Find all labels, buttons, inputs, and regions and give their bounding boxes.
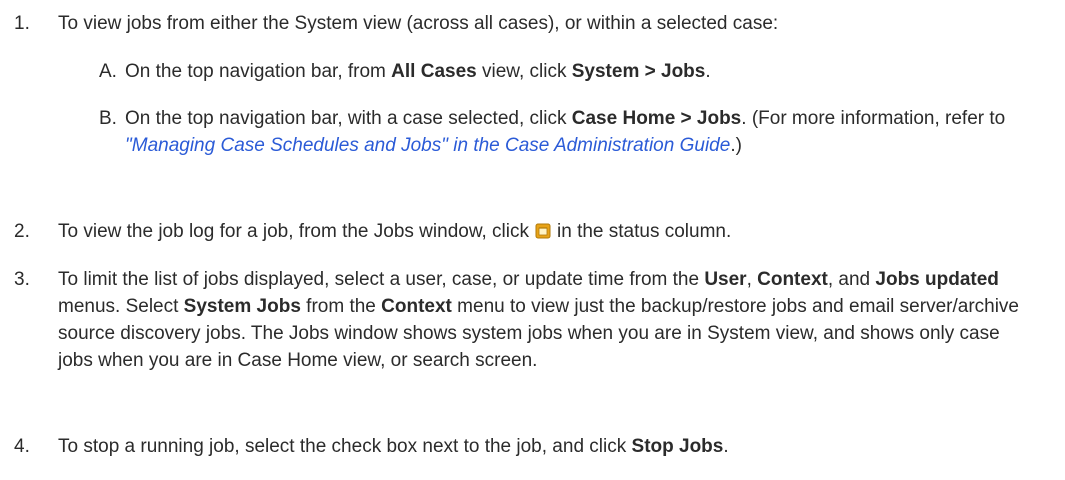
menu-path-case-home-jobs: Case Home > Jobs [571, 108, 742, 129]
cross-reference-link[interactable]: "Managing Case Schedules and Jobs" in th… [125, 135, 730, 156]
step-text: To view the job log for a job, from the … [58, 220, 732, 242]
step-1: 1. To view jobs from either the System v… [0, 10, 1065, 37]
step-text: To view jobs from either the System view… [58, 13, 779, 34]
menu-path-system-jobs: System > Jobs [571, 61, 706, 82]
substep-b: B. On the top navigation bar, with a cas… [99, 105, 1035, 159]
button-label-stop-jobs: Stop Jobs [631, 436, 724, 457]
step-text: To limit the list of jobs displayed, sel… [58, 269, 1019, 371]
job-log-icon [535, 220, 551, 239]
substep-a: A. On the top navigation bar, from All C… [99, 58, 1035, 85]
menu-jobs-updated: Jobs updated [875, 269, 999, 290]
substep-text: On the top navigation bar, with a case s… [125, 108, 1006, 156]
menu-context: Context [381, 296, 452, 317]
substep-letter: B. [99, 108, 117, 129]
menu-user: User [704, 269, 747, 290]
substep-letter: A. [99, 61, 117, 82]
step-number: 1. [14, 13, 30, 34]
step-number: 3. [14, 269, 30, 290]
menu-item-system-jobs: System Jobs [183, 296, 301, 317]
substep-text: On the top navigation bar, from All Case… [125, 61, 711, 82]
step-number: 4. [14, 436, 30, 457]
step-text: To stop a running job, select the check … [58, 436, 729, 457]
menu-context: Context [757, 269, 828, 290]
step-number: 2. [14, 221, 30, 242]
menu-path-all-cases: All Cases [391, 61, 477, 82]
